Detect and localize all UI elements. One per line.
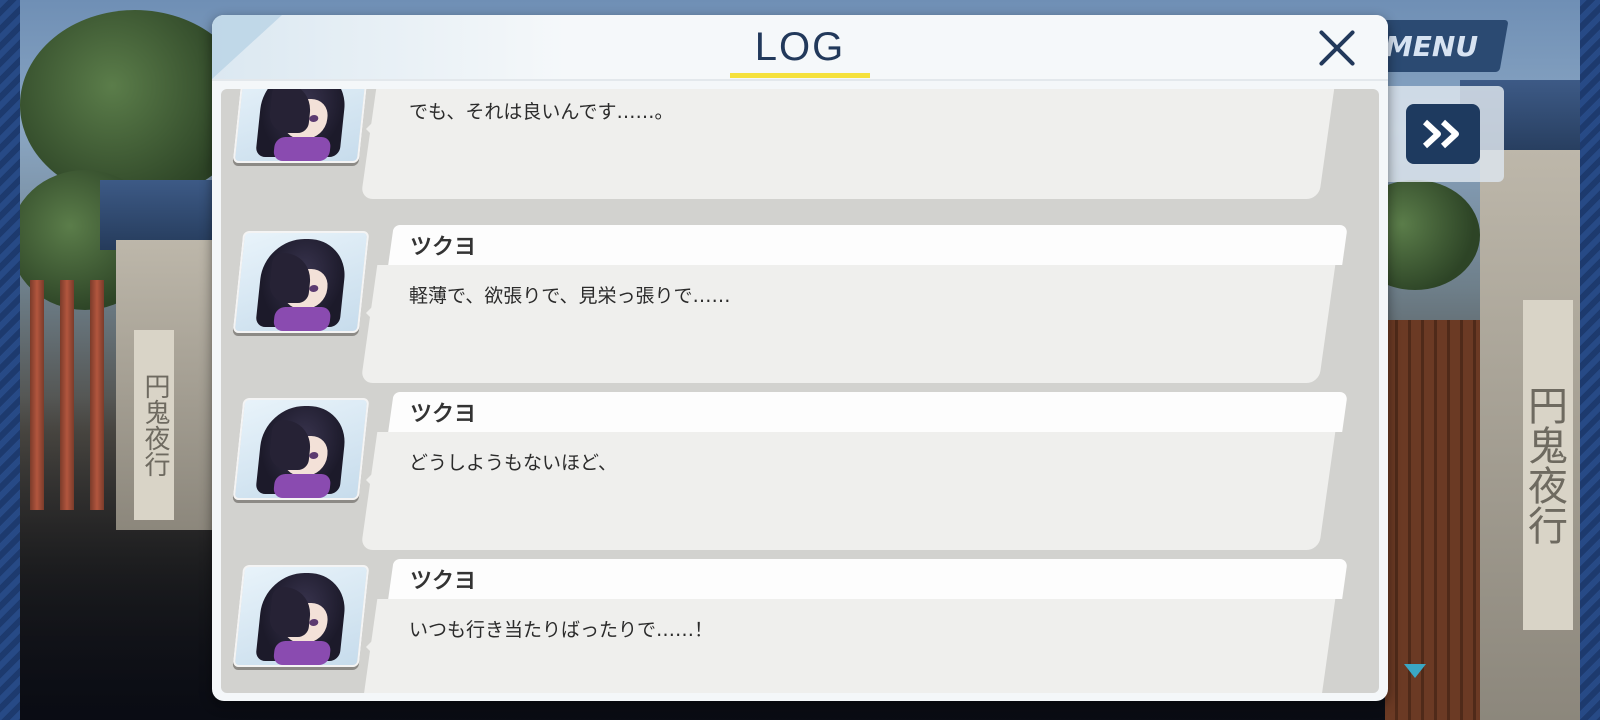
- speaker-name: ツクヨ: [410, 569, 477, 594]
- speaker-bar: [388, 225, 1348, 265]
- title-underline: [730, 73, 870, 78]
- log-header: LOG: [212, 15, 1388, 79]
- fast-forward-button[interactable]: [1406, 104, 1480, 164]
- wooden-door: [1385, 320, 1480, 720]
- bubble-notch: [366, 466, 380, 494]
- gate-post: [60, 280, 74, 510]
- double-chevron-right-icon: [1422, 119, 1459, 149]
- character-avatar[interactable]: [232, 231, 370, 333]
- character-avatar[interactable]: [232, 565, 370, 667]
- header-divider: [212, 79, 1388, 81]
- bubble-notch: [366, 633, 380, 661]
- log-window: LOG でも、それは良いんです……。 ツクヨ 軽薄で、欲張りで、見栄っ張りで……: [212, 15, 1388, 701]
- character-avatar[interactable]: [232, 89, 370, 163]
- dialogue-text: どうしようもないほど、: [409, 452, 618, 474]
- log-title: LOG: [754, 25, 846, 69]
- bubble-notch: [366, 115, 380, 143]
- dialogue-bubble: [360, 599, 1336, 693]
- log-list[interactable]: でも、それは良いんです……。 ツクヨ 軽薄で、欲張りで、見栄っ張りで…… ツクヨ…: [221, 89, 1379, 693]
- close-x-icon[interactable]: [1316, 27, 1358, 69]
- speaker-name: ツクヨ: [410, 402, 477, 427]
- gate-post: [30, 280, 44, 510]
- log-entry: でも、それは良いんです……。: [221, 89, 1379, 201]
- triangle-down-icon[interactable]: [1404, 664, 1426, 678]
- gate-sign: 円鬼夜行: [1521, 300, 1573, 630]
- log-entry: ツクヨ 軽薄で、欲張りで、見栄っ張りで……: [221, 225, 1379, 385]
- character-avatar[interactable]: [232, 398, 370, 500]
- speaker-bar: [388, 559, 1348, 599]
- dialogue-text: いつも行き当たりばったりで……！: [409, 619, 714, 641]
- speaker-name: ツクヨ: [410, 235, 477, 260]
- dialogue-text: 軽薄で、欲張りで、見栄っ張りで……: [409, 285, 731, 307]
- bubble-notch: [366, 299, 380, 327]
- speaker-bar: [388, 392, 1348, 432]
- gate-sign: 円鬼夜行: [134, 330, 174, 520]
- log-entry: ツクヨ いつも行き当たりばったりで……！: [221, 559, 1379, 693]
- gate-post: [90, 280, 104, 510]
- menu-label: MENU: [1385, 29, 1479, 63]
- dialogue-text: でも、それは良いんです……。: [409, 101, 674, 123]
- log-entry: ツクヨ どうしようもないほど、: [221, 392, 1379, 552]
